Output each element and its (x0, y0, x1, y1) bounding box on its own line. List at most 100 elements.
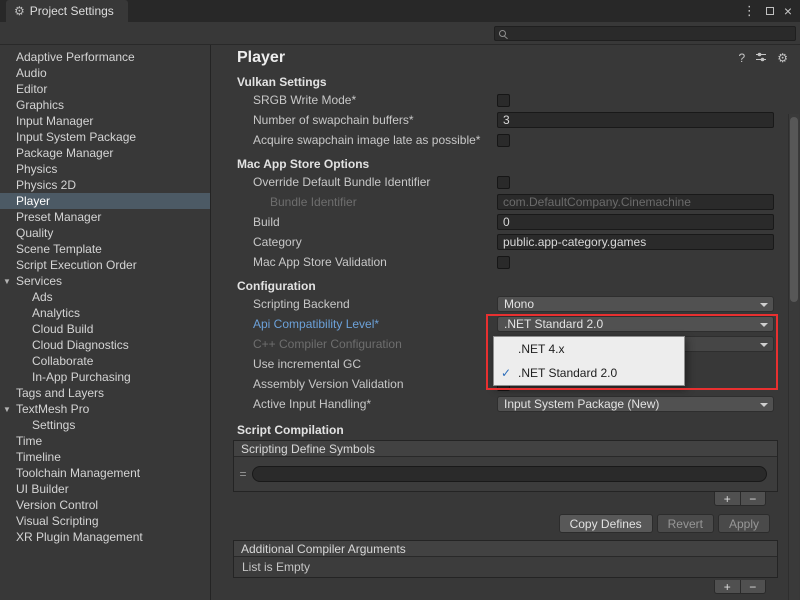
gear-icon[interactable]: ⚙ (777, 52, 788, 64)
sidebar-item-editor[interactable]: Editor (0, 81, 210, 97)
sidebar-item-package-manager[interactable]: Package Manager (0, 145, 210, 161)
active-input-handling-dropdown[interactable]: Input System Package (New) (497, 396, 774, 412)
sidebar-item-visual-scripting[interactable]: Visual Scripting (0, 513, 210, 529)
sidebar-item-scene-template[interactable]: Scene Template (0, 241, 210, 257)
bundle-identifier-label: Bundle Identifier (270, 195, 497, 209)
sidebar-item-xr-plugin-management[interactable]: XR Plugin Management (0, 529, 210, 545)
sidebar-item-version-control[interactable]: Version Control (0, 497, 210, 513)
bundle-identifier-input (497, 194, 774, 210)
toolbar (0, 22, 800, 45)
swapchain-buffers-input[interactable] (497, 112, 774, 128)
sidebar-item-in-app-purchasing[interactable]: In-App Purchasing (0, 369, 210, 385)
sidebar-item-preset-manager[interactable]: Preset Manager (0, 209, 210, 225)
srgb-write-mode-checkbox[interactable] (497, 94, 510, 107)
scripting-define-symbols-box: Scripting Define Symbols = (233, 440, 778, 492)
window-menu-icon[interactable]: ⋮ (743, 3, 756, 19)
row-api-compatibility: Api Compatibility Level* .NET Standard 2… (212, 314, 800, 334)
category-input[interactable] (497, 234, 774, 250)
remove-define-button[interactable]: − (740, 492, 766, 505)
row-swapchain-buffers: Number of swapchain buffers* (212, 110, 800, 130)
sidebar-item-time[interactable]: Time (0, 433, 210, 449)
sidebar-item-input-manager[interactable]: Input Manager (0, 113, 210, 129)
sidebar-item-physics[interactable]: Physics (0, 161, 210, 177)
define-symbol-input[interactable] (252, 466, 767, 482)
acquire-swapchain-label: Acquire swapchain image late as possible… (253, 133, 497, 147)
sidebar-item-graphics[interactable]: Graphics (0, 97, 210, 113)
sidebar-item-audio[interactable]: Audio (0, 65, 210, 81)
active-input-handling-label: Active Input Handling* (253, 397, 497, 411)
vertical-scrollbar[interactable] (788, 114, 799, 600)
scripting-backend-label: Scripting Backend (253, 297, 497, 311)
sidebar-item-cloud-diagnostics[interactable]: Cloud Diagnostics (0, 337, 210, 353)
sidebar-item-collaborate[interactable]: Collaborate (0, 353, 210, 369)
close-icon[interactable]: × (784, 4, 792, 18)
sidebar-item-input-system-package[interactable]: Input System Package (0, 129, 210, 145)
sidebar-item-services[interactable]: ▼ Services (0, 273, 210, 289)
page-title: Player (212, 49, 739, 67)
window-controls: ⋮ × (743, 0, 792, 22)
sidebar-item-tags-and-layers[interactable]: Tags and Layers (0, 385, 210, 401)
row-bundle-identifier: Bundle Identifier (212, 192, 800, 212)
acquire-swapchain-checkbox[interactable] (497, 134, 510, 147)
active-input-handling-value: Input System Package (New) (504, 397, 659, 411)
section-script-compilation: Script Compilation (212, 420, 800, 438)
assembly-validation-label: Assembly Version Validation (253, 377, 497, 391)
popup-item-net-standard-20[interactable]: ✓ .NET Standard 2.0 (494, 361, 684, 385)
scripting-backend-dropdown[interactable]: Mono (497, 296, 774, 312)
sidebar-item-analytics[interactable]: Analytics (0, 305, 210, 321)
chevron-down-icon (760, 343, 768, 347)
empty-list-label: List is Empty (234, 557, 777, 577)
scrollbar-thumb[interactable] (790, 117, 798, 302)
sidebar-item-physics-2d[interactable]: Physics 2D (0, 177, 210, 193)
category-label: Category (253, 235, 497, 249)
sidebar-item-player[interactable]: Player (0, 193, 210, 209)
args-list-footer: + − (212, 580, 800, 596)
tab-project-settings[interactable]: ⚙ Project Settings (6, 0, 128, 22)
row-active-input-handling: Active Input Handling* Input System Pack… (212, 394, 800, 414)
sidebar-item-adaptive-performance[interactable]: Adaptive Performance (0, 49, 210, 65)
add-define-button[interactable]: + (715, 492, 740, 505)
copy-defines-button[interactable]: Copy Defines (559, 514, 653, 533)
sidebar-item-quality[interactable]: Quality (0, 225, 210, 241)
foldout-open-icon[interactable]: ▼ (3, 274, 11, 290)
search-icon (499, 30, 506, 37)
player-settings-panel: Player ? ⚙ Vulkan Settings SRGB Write Mo… (212, 45, 800, 600)
sidebar-item-toolchain-management[interactable]: Toolchain Management (0, 465, 210, 481)
remove-argument-button[interactable]: − (740, 580, 766, 593)
drag-handle-icon[interactable]: = (234, 467, 252, 481)
foldout-open-icon[interactable]: ▼ (3, 402, 11, 418)
row-category: Category (212, 232, 800, 252)
sidebar-item-textmesh-settings[interactable]: Settings (0, 417, 210, 433)
mac-validation-checkbox[interactable] (497, 256, 510, 269)
mac-validation-label: Mac App Store Validation (253, 255, 497, 269)
revert-button: Revert (657, 514, 714, 533)
search-input[interactable] (510, 27, 795, 40)
maximize-icon[interactable] (766, 7, 774, 15)
sidebar-item-timeline[interactable]: Timeline (0, 449, 210, 465)
api-compatibility-dropdown[interactable]: .NET Standard 2.0 (497, 316, 774, 332)
additional-compiler-arguments-box: Additional Compiler Arguments List is Em… (233, 540, 778, 578)
cpp-compiler-label: C++ Compiler Configuration (253, 337, 497, 351)
build-label: Build (253, 215, 497, 229)
search-box[interactable] (494, 26, 796, 41)
row-acquire-swapchain: Acquire swapchain image late as possible… (212, 130, 800, 150)
chevron-down-icon (760, 323, 768, 327)
override-bundle-id-checkbox[interactable] (497, 176, 510, 189)
sidebar-item-textmesh-pro[interactable]: ▼ TextMesh Pro (0, 401, 210, 417)
apply-button: Apply (718, 514, 770, 533)
sidebar-item-ads[interactable]: Ads (0, 289, 210, 305)
presets-icon[interactable] (755, 51, 767, 65)
sidebar-item-script-execution-order[interactable]: Script Execution Order (0, 257, 210, 273)
additional-compiler-arguments-header: Additional Compiler Arguments (234, 541, 777, 557)
scripting-define-symbols-header: Scripting Define Symbols (234, 441, 777, 457)
sidebar-item-ui-builder[interactable]: UI Builder (0, 481, 210, 497)
row-srgb-write-mode: SRGB Write Mode* (212, 90, 800, 110)
build-input[interactable] (497, 214, 774, 230)
popup-item-net4x[interactable]: .NET 4.x (494, 337, 684, 361)
api-compatibility-popup: .NET 4.x ✓ .NET Standard 2.0 (493, 336, 685, 386)
sidebar-item-cloud-build[interactable]: Cloud Build (0, 321, 210, 337)
add-argument-button[interactable]: + (715, 580, 740, 593)
section-vulkan-settings: Vulkan Settings (212, 72, 800, 90)
help-icon[interactable]: ? (739, 52, 746, 64)
scripting-backend-value: Mono (504, 297, 534, 311)
